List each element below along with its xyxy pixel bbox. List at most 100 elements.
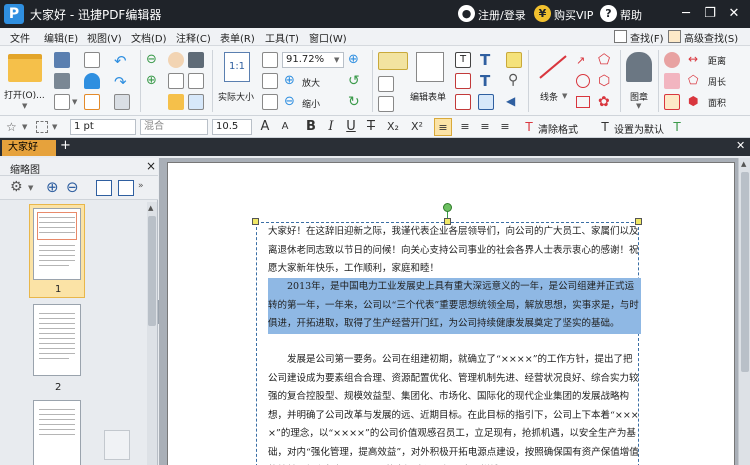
text-box-icon[interactable]: T	[480, 72, 490, 90]
edit-image-icon[interactable]	[378, 96, 394, 112]
cloud-shape-icon[interactable]: ✿	[598, 94, 610, 110]
stamp-icon[interactable]	[626, 52, 652, 82]
distance-button[interactable]: 距离	[708, 54, 726, 67]
typewriter-icon[interactable]	[188, 94, 204, 110]
menu-form[interactable]: 表单(R)	[220, 30, 255, 45]
polyline-tool-icon[interactable]: ⬡	[598, 73, 610, 89]
menu-file[interactable]: 文件	[10, 30, 30, 45]
zoom-in-icon[interactable]: ⊕	[284, 73, 295, 88]
line-width-select[interactable]: 1 pt	[70, 119, 136, 135]
star-icon[interactable]: ☆	[6, 120, 17, 134]
align-left-icon[interactable]: ≡	[434, 118, 452, 136]
strikethrough-icon[interactable]: T	[362, 118, 380, 136]
zoom-in-button[interactable]: 放大	[302, 76, 320, 89]
distance-icon[interactable]: ↔	[688, 52, 698, 66]
thumbnail-scroll-thumb[interactable]	[148, 216, 156, 326]
polygon-tool-icon[interactable]: ⬠	[598, 52, 610, 68]
rectangle-tool-icon[interactable]	[576, 96, 590, 108]
rotate-page-right-icon[interactable]	[118, 180, 134, 196]
document-scroll-thumb[interactable]	[741, 172, 749, 372]
rotate-page-left-icon[interactable]	[96, 180, 112, 196]
print-icon[interactable]	[54, 73, 70, 89]
superscript-icon[interactable]: X²	[408, 118, 426, 136]
border-style-icon[interactable]	[36, 121, 48, 133]
zoom-out-icon[interactable]: ⊖	[284, 94, 295, 109]
find-button[interactable]: 查找(F)	[630, 30, 664, 45]
help-icon[interactable]: ?	[600, 5, 617, 22]
area-button[interactable]: 面积	[708, 96, 726, 109]
lines-button[interactable]: 线条	[540, 90, 558, 103]
more-tools-icon[interactable]: »	[138, 181, 144, 191]
menu-comment[interactable]: 注释(C)	[176, 30, 211, 45]
subscript-icon[interactable]: X₂	[384, 118, 402, 136]
menu-tools[interactable]: 工具(T)	[265, 30, 299, 45]
zoom-out-button[interactable]: 缩小	[302, 97, 320, 110]
vip-coin-icon[interactable]: ¥	[534, 5, 551, 22]
line-tool-icon[interactable]	[539, 55, 567, 79]
cloud-icon[interactable]	[84, 73, 100, 89]
stamp-dropdown-icon[interactable]: ▼	[636, 102, 641, 110]
rotate-handle[interactable]	[443, 203, 452, 212]
radio-field-icon[interactable]	[455, 94, 471, 110]
forward-icon[interactable]: ⊕	[146, 73, 157, 88]
clear-format-button[interactable]: 清除格式	[538, 121, 578, 136]
snapshot-icon[interactable]	[188, 52, 204, 68]
bold-icon[interactable]: B	[302, 118, 320, 136]
document-icon[interactable]	[84, 52, 100, 68]
user-icon[interactable]: ●	[458, 5, 475, 22]
italic-icon[interactable]: I	[322, 118, 340, 136]
perimeter-icon[interactable]: ⬠	[688, 73, 698, 87]
select-text-icon[interactable]	[168, 73, 184, 89]
border-dropdown-icon[interactable]: ▼	[52, 123, 57, 131]
paragraph-2013-selected[interactable]: 2013年，是中国电力工业发展史上具有重大深远意义的一年，是公司组建并正式运转的…	[268, 278, 641, 334]
minimize-button[interactable]: ─	[674, 4, 698, 24]
help-link[interactable]: 帮助	[620, 7, 642, 23]
thumbnail-close-button[interactable]: ×	[146, 159, 156, 173]
underline-icon[interactable]: U	[342, 118, 360, 136]
restore-button[interactable]: ❐	[698, 4, 722, 24]
open-button[interactable]: 打开(O)...	[4, 88, 45, 101]
thumbnail-page-3[interactable]	[33, 400, 81, 465]
callout-icon[interactable]	[478, 94, 494, 110]
open-dropdown-icon[interactable]: ▼	[22, 102, 27, 110]
login-link[interactable]: 注册/登录	[478, 7, 526, 23]
menu-window[interactable]: 窗口(W)	[309, 30, 347, 45]
document-tab[interactable]: 大家好	[2, 140, 56, 156]
advanced-find-icon[interactable]	[668, 30, 681, 43]
pdf-file-icon[interactable]	[84, 94, 100, 110]
align-right-icon[interactable]: ≡	[476, 118, 494, 136]
blend-mode-select[interactable]: 混合	[140, 119, 208, 135]
copy-icon[interactable]	[114, 94, 130, 110]
resize-handle-top-left[interactable]	[252, 218, 259, 225]
new-dropdown-icon[interactable]: ▼	[72, 98, 77, 106]
options-gear-icon[interactable]: ⚙	[10, 179, 23, 195]
close-button[interactable]: ✕	[722, 4, 746, 24]
note-icon[interactable]	[506, 52, 522, 68]
advanced-find-button[interactable]: 高级查找(S)	[684, 30, 738, 45]
new-document-icon[interactable]	[54, 94, 70, 110]
decrease-font-icon[interactable]: A	[276, 118, 294, 136]
menu-view[interactable]: 视图(V)	[87, 30, 122, 45]
edit-text-icon[interactable]	[378, 76, 394, 92]
area-icon[interactable]: ⬢	[688, 94, 698, 108]
thumbnail-scrollbar[interactable]: ▲	[147, 202, 157, 465]
select-area-icon[interactable]	[188, 73, 204, 89]
paragraph-development[interactable]: 发展是公司第一要务。公司在组建初期，就确立了“××××”的工作方针，提出了把公司…	[268, 351, 641, 465]
close-tab-icon[interactable]: ✕	[736, 139, 745, 152]
thumb-zoom-out-icon[interactable]: ⊖	[66, 178, 79, 196]
document-scrollbar[interactable]: ▲	[738, 158, 750, 465]
options-dropdown-icon[interactable]: ▼	[28, 184, 33, 192]
fit-page-icon[interactable]	[262, 52, 278, 68]
buy-vip-link[interactable]: 购买VIP	[554, 7, 593, 23]
find-icon[interactable]	[614, 30, 627, 43]
fit-width-icon[interactable]	[262, 73, 278, 89]
thumbnail-page-2[interactable]	[33, 304, 81, 376]
rotate-right-icon[interactable]: ↻	[348, 94, 360, 110]
zoom-tool-icon[interactable]: ⊕	[348, 52, 359, 67]
save-icon[interactable]	[54, 52, 70, 68]
align-center-icon[interactable]: ≡	[456, 118, 474, 136]
sound-icon[interactable]: ◀	[506, 94, 515, 108]
thumbnail-page-1[interactable]	[33, 208, 81, 280]
checkbox-field-icon[interactable]	[455, 73, 471, 89]
actual-size-icon[interactable]: 1:1	[224, 52, 250, 82]
